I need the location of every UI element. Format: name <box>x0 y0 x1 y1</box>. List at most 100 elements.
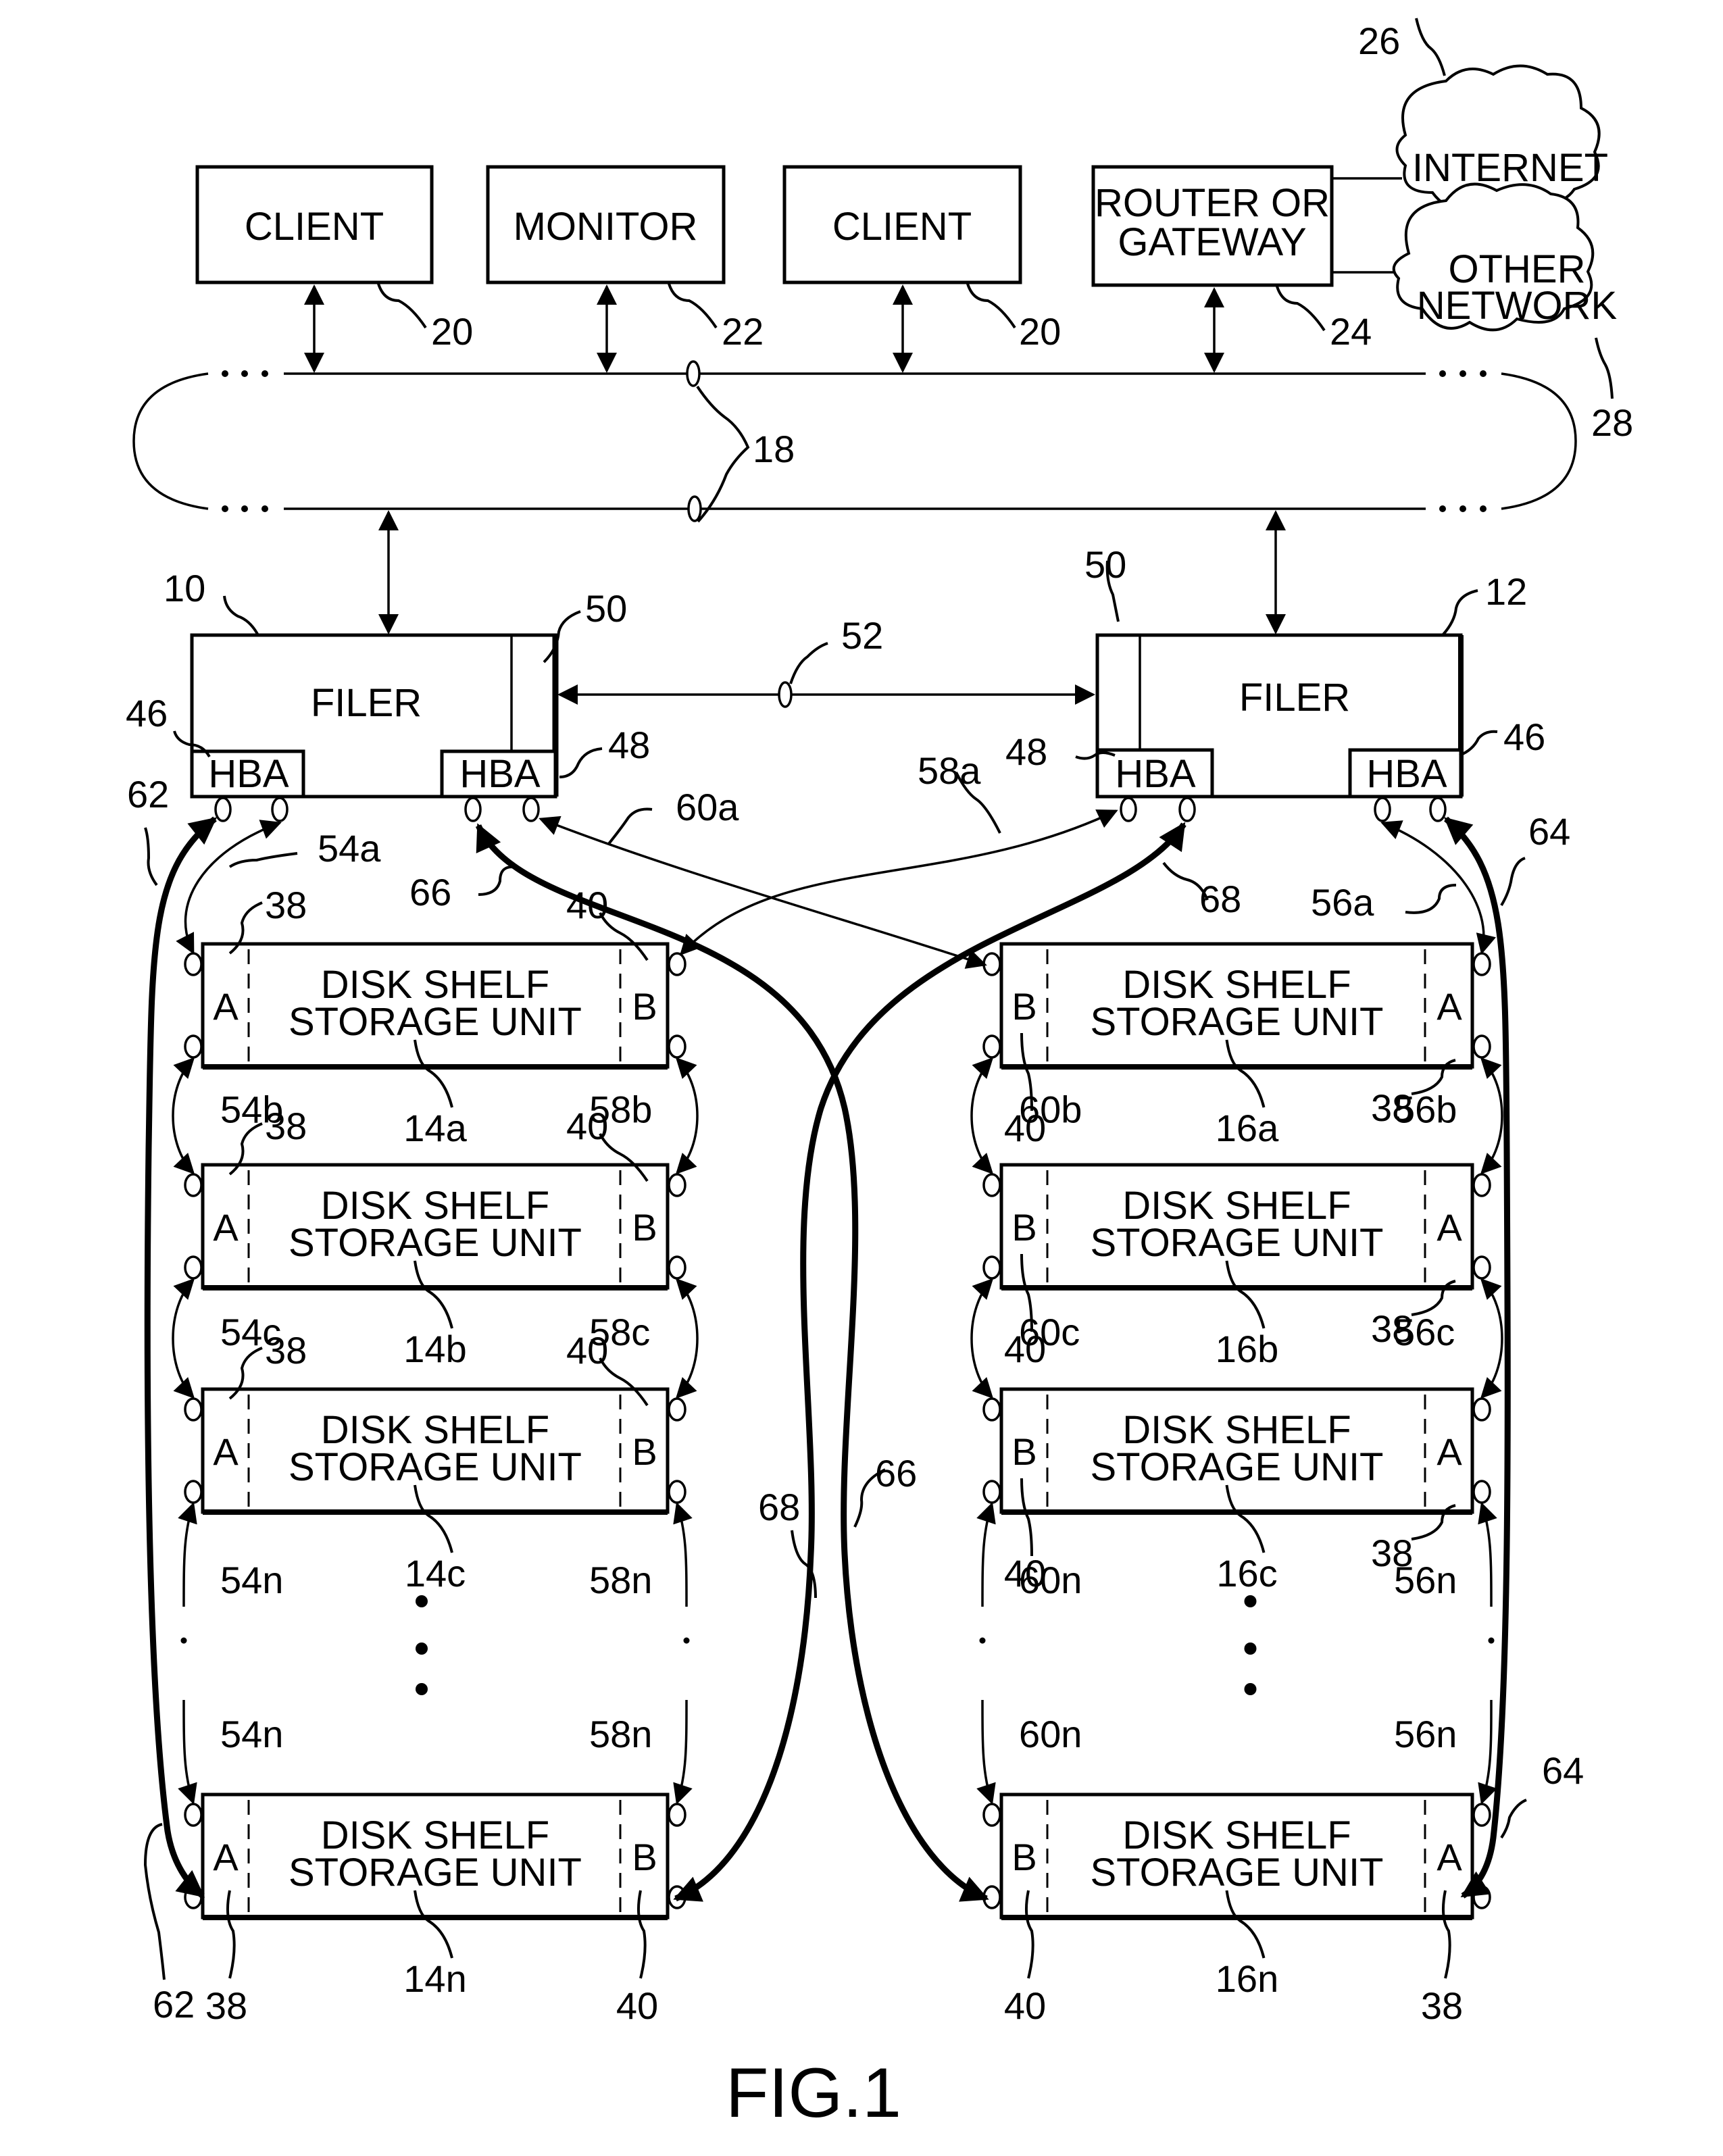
cable-68-ref: 68 <box>1199 878 1241 920</box>
filer-left-port-2 <box>271 797 289 822</box>
bus-marker-bottom <box>687 495 702 522</box>
disk-shelf-ref: 14a <box>403 1107 467 1149</box>
disk-shelf-port-2 <box>982 1034 1001 1059</box>
port-a-ref: 38 <box>265 884 307 926</box>
loop-cable-a-1 <box>1480 1057 1503 1175</box>
client-left-leader <box>377 283 427 329</box>
disk-shelf-port-2 <box>184 1255 203 1280</box>
disk-shelf-ref: 16b <box>1216 1328 1278 1370</box>
filer-right-hba-right-leader <box>1459 730 1498 757</box>
loop-cable-a-3-upper <box>1478 1502 1497 1607</box>
cable-66-leader <box>478 866 518 896</box>
client-left-ref: 20 <box>431 310 473 353</box>
continuation-dot <box>416 1595 428 1607</box>
interconnect-marker <box>778 681 793 708</box>
disk-shelf-port-left-label: B <box>1012 1206 1037 1249</box>
filer-right-panel-ref: 50 <box>1084 543 1126 586</box>
port-a-ref: 38 <box>205 1984 247 2027</box>
loop-cable-a-1-ref: 54b <box>220 1088 283 1131</box>
loop-62-ref-bottom: 62 <box>153 1983 195 2026</box>
loop-62-ref-top: 62 <box>127 773 169 816</box>
disk-shelf-label-line2: STORAGE UNIT <box>289 1445 582 1489</box>
disk-shelf-port-right-label: A <box>1437 1836 1462 1878</box>
filer-right-label: FILER <box>1239 676 1350 720</box>
disk-shelf-port-2 <box>982 1480 1001 1504</box>
loop-cable-b-1-ref: 60b <box>1019 1088 1082 1131</box>
loop-cable-b-2 <box>675 1278 699 1399</box>
disk-shelf-label-line2: STORAGE UNIT <box>1091 1445 1384 1489</box>
disk-shelf-port-left-label: A <box>213 1836 239 1878</box>
filer-right-ref-leader <box>1441 589 1478 636</box>
disk-shelf-port-1 <box>982 1173 1001 1197</box>
disk-shelf-port-left-label: B <box>1012 985 1037 1028</box>
loop-cable-a-0-ref: 54a <box>318 827 381 870</box>
cable-58a-ref: 58a <box>918 749 981 792</box>
loop-cable-a-1-ref: 56b <box>1394 1088 1457 1131</box>
cable-60a-ref: 60a <box>676 786 739 828</box>
bus-marker-top <box>686 360 701 387</box>
loop-62-leader-top <box>144 827 158 886</box>
loop-64-ref-bottom: 64 <box>1542 1749 1584 1792</box>
disk-shelf-ref: 14c <box>405 1552 466 1595</box>
filer-left-panel-ref: 50 <box>585 587 627 630</box>
loop-62-leader-bottom <box>143 1823 166 1980</box>
disk-shelf-port-1 <box>982 1397 1001 1422</box>
client-right-label: CLIENT <box>832 205 972 249</box>
loop-cable-b-2-ref: 58c <box>589 1311 650 1353</box>
loop-64-leader-top <box>1500 857 1526 907</box>
loop-64-leader-bottom <box>1500 1799 1527 1839</box>
disk-shelf-port-left-label: A <box>213 985 239 1028</box>
router-node: ROUTER OR GATEWAY 24 <box>1091 165 1405 353</box>
filer-left-port-1 <box>214 797 232 822</box>
loop-cable-b-4-ref: 58n <box>589 1713 652 1755</box>
disk-shelf-port-right-label: A <box>1437 985 1462 1028</box>
disk-shelf-port-1 <box>982 1803 1001 1827</box>
continuation-dot <box>1244 1683 1257 1695</box>
cable-66-ref-lower: 66 <box>875 1452 917 1495</box>
disk-shelf-port-right-label: A <box>1437 1430 1462 1473</box>
router-label-line1: ROUTER OR <box>1095 181 1330 225</box>
disk-shelf-port-2 <box>184 1034 203 1059</box>
disk-shelf-port-left-label: A <box>213 1430 239 1473</box>
shelf-column-right: B ADISK SHELFSTORAGE UNIT16a40 38B ADISK SH… <box>970 820 1503 2027</box>
disk-shelf-port-3 <box>1472 1173 1491 1197</box>
disk-shelf: B ADISK SHELFSTORAGE UNIT16n3840 <box>982 1793 1491 2027</box>
interconnect-ref: 52 <box>841 614 883 657</box>
disk-shelf-port-4 <box>668 1034 686 1059</box>
client-right-node: CLIENT 20 <box>782 165 1061 353</box>
internet-label: INTERNET <box>1412 146 1608 190</box>
shelf-column-left: A BDISK SHELFSTORAGE UNIT14a38 40A BDISK SH… <box>172 820 699 2027</box>
disk-shelf-port-3 <box>668 1173 686 1197</box>
filer-right-hba-right-label: HBA <box>1366 752 1447 796</box>
disk-shelf-label-line2: STORAGE UNIT <box>289 1000 582 1044</box>
loop-cable-a-3-ref: 54n <box>220 1559 283 1601</box>
client-left-node: CLIENT 20 <box>195 165 473 353</box>
disk-shelf-port-2 <box>982 1255 1001 1280</box>
disk-shelf-port-3 <box>1472 952 1491 976</box>
filer-left-ref: 10 <box>164 567 205 609</box>
filer-left-ref-leader <box>223 595 259 636</box>
filer-left-hba-left-ref: 46 <box>126 692 168 734</box>
filer-right-port-3 <box>1374 797 1391 822</box>
filer-left-hba-right-label: HBA <box>459 752 541 796</box>
disk-shelf-port-1 <box>184 1173 203 1197</box>
loop-cable-a-1 <box>172 1057 195 1175</box>
loop-cable-a-2 <box>1480 1278 1503 1399</box>
port-a-ref: 38 <box>1421 1984 1463 2027</box>
disk-shelf: A BDISK SHELFSTORAGE UNIT14n38 40 <box>184 1793 686 2027</box>
fig1-diagram: CLIENT 20 MONITOR 22 CLIENT 20 ROUTER OR… <box>126 18 1633 2132</box>
loop-cable-b-1-ref: 58b <box>589 1088 652 1131</box>
disk-shelf-ref: 14n <box>403 1957 466 2000</box>
disk-shelf-port-right-label: B <box>632 985 657 1028</box>
filer-right-port-1 <box>1120 797 1137 822</box>
disk-shelf-port-1 <box>184 1803 203 1827</box>
disk-shelf-port-4 <box>668 1255 686 1280</box>
disk-shelf-label-line2: STORAGE UNIT <box>1091 1000 1384 1044</box>
loop-cable-a-3-lower <box>1478 1699 1497 1805</box>
filer-right-hba-right-ref: 46 <box>1503 716 1545 758</box>
disk-shelf-port-3 <box>668 1397 686 1422</box>
disk-shelf-port-right-label: B <box>632 1206 657 1249</box>
disk-shelf-port-3 <box>1472 1803 1491 1827</box>
bus-ref: 18 <box>753 428 795 470</box>
monitor-leader <box>668 283 718 329</box>
